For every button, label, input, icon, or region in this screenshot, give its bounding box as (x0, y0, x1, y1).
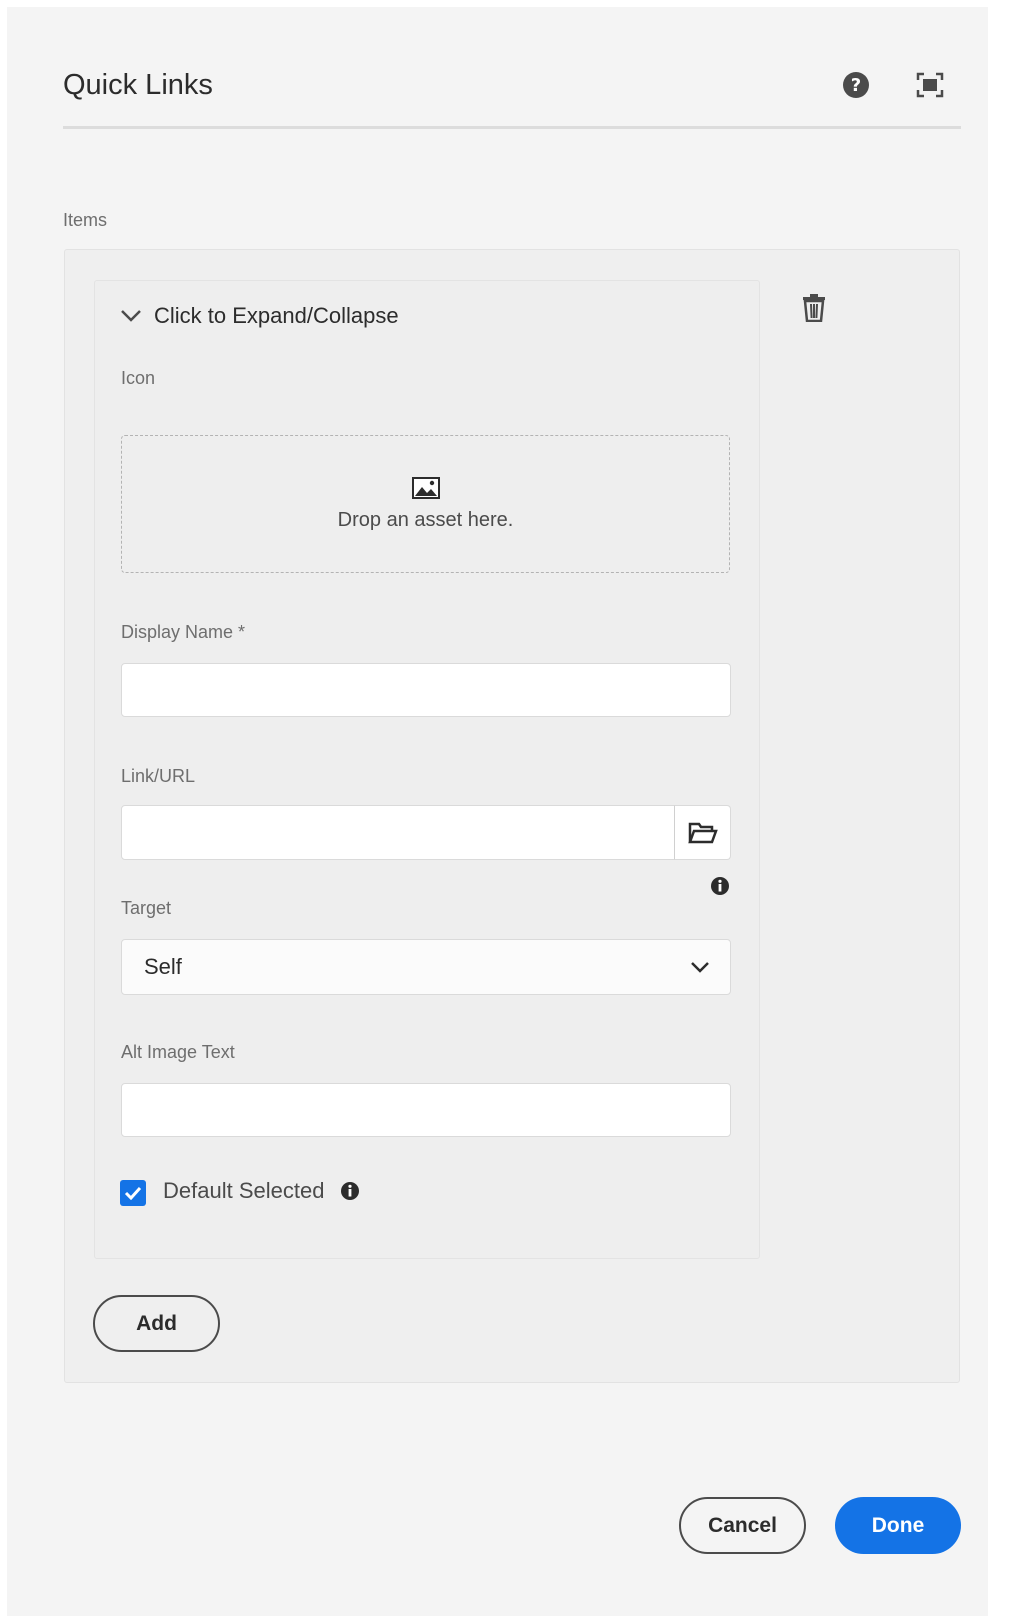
default-selected-checkbox[interactable] (120, 1180, 146, 1206)
delete-icon[interactable] (797, 291, 831, 325)
fullscreen-icon[interactable] (914, 69, 946, 101)
chevron-down-icon (121, 310, 141, 322)
chevron-down-icon (691, 962, 709, 973)
dropzone-text: Drop an asset here. (337, 508, 514, 531)
header-divider (63, 126, 961, 129)
target-label: Target (121, 898, 172, 918)
folder-icon (687, 822, 718, 843)
link-url-input[interactable] (121, 805, 675, 860)
expand-collapse-toggle[interactable]: Click to Expand/Collapse (120, 303, 399, 329)
expander-label: Click to Expand/Collapse (154, 303, 399, 328)
browse-path-button[interactable] (674, 805, 731, 860)
icon-label: Icon (121, 368, 156, 388)
asset-dropzone[interactable]: Drop an asset here. (121, 435, 730, 573)
default-selected-label: Default Selected (163, 1178, 325, 1203)
alt-image-text-input[interactable] (121, 1083, 731, 1137)
help-icon[interactable]: ? (840, 69, 872, 101)
display-name-label: Display Name * (121, 622, 246, 642)
image-icon (411, 476, 440, 499)
link-url-label: Link/URL (121, 766, 196, 786)
default-selected-info-icon[interactable] (340, 1181, 360, 1201)
dialog-title: Quick Links (63, 69, 213, 101)
done-button[interactable]: Done (835, 1497, 961, 1554)
add-item-button[interactable]: Add (93, 1295, 220, 1352)
alt-image-text-label: Alt Image Text (121, 1042, 235, 1062)
target-select[interactable]: Self (121, 939, 731, 995)
checkmark-icon (124, 1186, 142, 1200)
target-selected-value: Self (144, 954, 182, 979)
svg-text:?: ? (851, 75, 861, 96)
quick-links-dialog: Quick Links ? Items Click to Expand/Coll (7, 7, 988, 1616)
display-name-input[interactable] (121, 663, 731, 717)
cancel-button[interactable]: Cancel (679, 1497, 806, 1554)
items-label: Items (63, 210, 108, 230)
link-url-info-icon[interactable] (710, 876, 730, 896)
